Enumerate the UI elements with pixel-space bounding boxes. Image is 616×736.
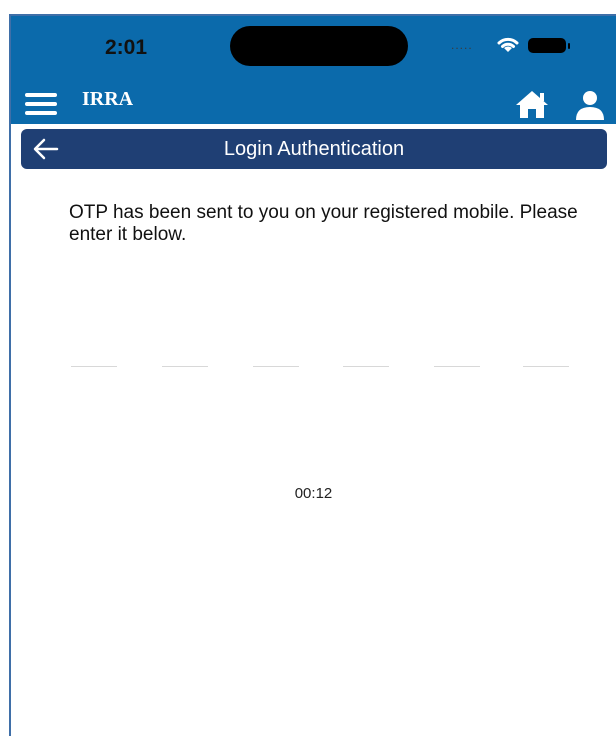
page-header: Login Authentication [21, 129, 607, 169]
user-icon[interactable] [572, 90, 608, 120]
otp-digit-input[interactable] [162, 357, 208, 367]
battery-icon [528, 38, 570, 53]
hamburger-menu-icon[interactable] [25, 93, 57, 115]
phone-screen: 2:01 ..... IRRA Login Authentication OTP… [9, 14, 616, 736]
otp-input-group [71, 357, 581, 367]
otp-digit-input[interactable] [523, 357, 569, 367]
signal-icon: ..... [451, 38, 473, 52]
otp-digit-input[interactable] [253, 357, 299, 367]
status-time: 2:01 [105, 36, 148, 59]
arrow-left-icon[interactable] [31, 135, 61, 163]
otp-digit-input[interactable] [71, 357, 117, 367]
page-title: Login Authentication [223, 138, 405, 160]
otp-digit-input[interactable] [434, 357, 480, 367]
otp-instruction-text: OTP has been sent to you on your registe… [69, 202, 578, 245]
dynamic-island [230, 26, 408, 66]
countdown-timer: 00:12 [294, 485, 333, 502]
app-title: IRRA [82, 88, 134, 110]
otp-digit-input[interactable] [343, 357, 389, 367]
wifi-icon [497, 37, 519, 52]
home-icon[interactable] [514, 88, 550, 120]
